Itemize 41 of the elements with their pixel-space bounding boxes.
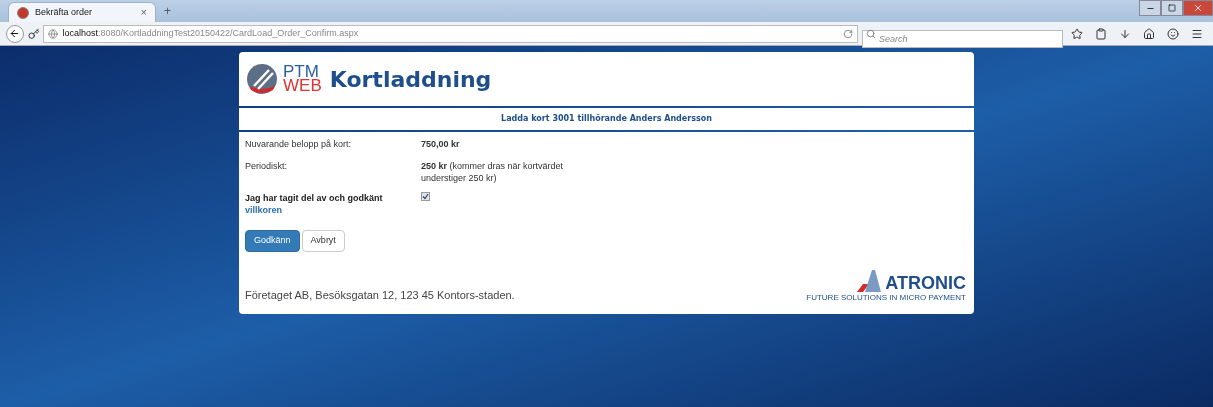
terms-link[interactable]: villkoren [245, 203, 421, 216]
download-icon[interactable] [1119, 27, 1131, 40]
chat-icon[interactable] [1167, 27, 1179, 40]
bookmark-star-icon[interactable] [1071, 27, 1083, 40]
key-icon [27, 27, 40, 40]
logo-drawing [245, 62, 279, 96]
close-icon [1193, 3, 1203, 13]
page-title: Kortladdning [329, 65, 492, 94]
back-button[interactable] [6, 24, 24, 43]
terms-checkbox[interactable] [421, 191, 430, 201]
clipboard-icon[interactable] [1095, 27, 1107, 40]
brand-tagline: FUTURE SOLUTIONS IN MICRO PAYMENT [806, 291, 966, 304]
brand-name: ATRONIC [885, 273, 966, 292]
field-value: 750,00 kr [421, 138, 461, 151]
search-icon [865, 28, 876, 39]
reload-icon[interactable] [842, 28, 853, 39]
url-text: localhost:8080/KortladdningTest20150422/CardLoad_Order_Confirm.aspx [62, 26, 360, 40]
terms-text: Jag har tagit del av och godkänt [245, 191, 384, 204]
menu-icon[interactable] [1191, 27, 1203, 40]
site-logo-icon [17, 6, 29, 19]
tab-close-button[interactable]: × [140, 4, 147, 21]
cancel-button[interactable]: Avbryt [301, 229, 345, 252]
tab-title: Bekräfta order [35, 5, 94, 19]
logo-text-sub: WEB [283, 79, 322, 93]
globe-icon [48, 28, 59, 39]
new-tab-button[interactable]: + [164, 2, 171, 20]
logo-text: PTM [283, 65, 319, 79]
field-value: 250 kr (kommer dras när kortvärdet understiger 250 kr) [421, 159, 565, 184]
field-label: Nuvarande belopp på kort: [245, 138, 353, 151]
subtitle: Ladda kort 3001 tillhörande Anders Andersson [501, 113, 712, 125]
field-label: Periodiskt: [245, 159, 289, 173]
company-address: Företaget AB, Besöksgatan 12, 123 45 Kontors-staden. [245, 288, 515, 303]
brand-logo-icon [857, 269, 884, 292]
home-icon[interactable] [1143, 27, 1155, 40]
browser-tab[interactable]: Bekräfta order × [8, 2, 156, 22]
address-field[interactable]: localhost:8080/KortladdningTest20150422/CardLoad_Order_Confirm.aspx [43, 24, 858, 43]
back-arrow-icon [9, 28, 21, 39]
search-field[interactable]: Search [861, 29, 1063, 48]
close-button[interactable] [1183, 0, 1213, 16]
maximize-icon [1168, 4, 1176, 12]
approve-button[interactable]: Godkänn [245, 229, 300, 252]
